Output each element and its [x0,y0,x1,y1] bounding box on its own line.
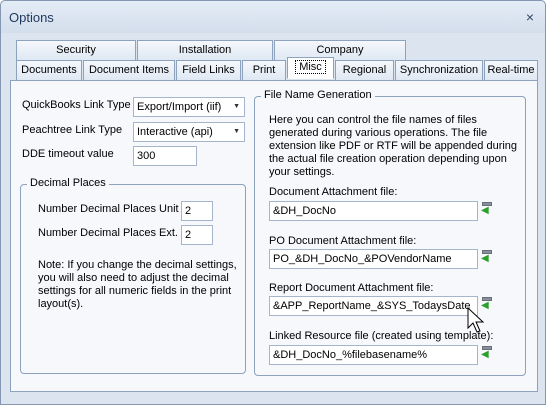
note-line: you will also need to adjust the decimal [38,272,229,284]
insert-field-icon[interactable]: ◀ [480,249,494,264]
description-line: the actual file creation operation depen… [269,153,507,165]
chevron-down-icon: ▼ [233,103,240,110]
note-line: settings for all numeric fields in the p… [38,285,232,297]
tab-documents[interactable]: Documents [16,60,82,80]
file-name-generation-title: File Name Generation [261,89,375,101]
decimal-unit-input[interactable]: 2 [181,201,213,221]
tab-label: Misc [295,60,326,74]
tab-synchronization[interactable]: Synchronization [395,60,483,80]
report-attachment-input[interactable]: &APP_ReportName_&SYS_TodaysDate [269,296,478,316]
document-attachment-input[interactable]: &DH_DocNo [269,201,478,221]
insert-field-icon[interactable]: ◀ [480,345,494,360]
tab-label: Security [56,44,96,56]
note-line: Note: If you change the decimal settings… [38,259,237,271]
tab-label: Installation [178,44,232,56]
quickbooks-link-type-select[interactable]: Export/Import (iif) ▼ [133,97,245,117]
chevron-down-icon: ▼ [233,128,240,135]
description-line: your settings. [269,166,335,178]
tab-label: Print [252,64,276,76]
close-icon[interactable]: × [521,8,539,26]
note-line: layout(s). [38,298,84,310]
green-arrow-icon: ◀ [481,349,489,360]
tab-label: Company [316,44,364,56]
tab-label: Document Items [88,64,170,76]
description-line: Here you can control the file names of f… [269,114,477,126]
tab-label: Documents [21,64,77,76]
description-line: extension like PDF or RTF will be append… [269,140,518,152]
decimal-unit-label: Number Decimal Places Unit [38,203,179,215]
description-line: generated during various operations. The… [269,127,488,139]
decimal-note: Note: If you change the decimal settings… [38,259,242,311]
green-arrow-icon: ◀ [481,205,489,216]
decimal-ext-input[interactable]: 2 [181,225,213,245]
decimal-ext-label: Number Decimal Places Ext. [38,227,178,239]
document-attachment-label: Document Attachment file: [269,186,398,198]
dde-timeout-input[interactable]: 300 [133,146,197,166]
window-title: Options [9,10,54,25]
report-attachment-label: Report Document Attachment file: [269,282,434,294]
tab-label: Real-time [487,64,535,76]
tab-label: Field Links [182,64,235,76]
po-attachment-label: PO Document Attachment file: [269,235,417,247]
linked-resource-label: Linked Resource file (created using temp… [269,330,494,342]
tab-security[interactable]: Security [16,40,136,60]
dde-timeout-label: DDE timeout value [22,148,114,160]
insert-field-icon[interactable]: ◀ [480,201,494,216]
title-bar: Options × [1,1,545,33]
mouse-cursor-icon [467,307,485,333]
peachtree-link-type-label: Peachtree Link Type [22,124,123,136]
tab-field-links[interactable]: Field Links [176,60,241,80]
peachtree-link-type-value: Interactive (api) [137,126,213,138]
green-arrow-icon: ◀ [481,253,489,264]
tab-real-time[interactable]: Real-time [484,60,538,80]
quickbooks-link-type-value: Export/Import (iif) [137,101,222,113]
tab-print[interactable]: Print [242,60,286,80]
tab-installation[interactable]: Installation [137,40,273,60]
tab-label: Synchronization [399,64,479,76]
linked-resource-input[interactable]: &DH_DocNo_%filebasename% [269,345,478,365]
file-generation-description: Here you can control the file names of f… [269,114,525,179]
tab-document-items[interactable]: Document Items [83,60,175,80]
po-attachment-input[interactable]: PO_&DH_DocNo_&POVendorName [269,249,478,269]
quickbooks-link-type-label: QuickBooks Link Type [22,99,131,111]
tab-regional[interactable]: Regional [335,60,394,80]
tab-misc[interactable]: Misc [287,57,334,79]
decimal-places-title: Decimal Places [27,177,109,189]
tab-label: Regional [342,64,387,76]
peachtree-link-type-select[interactable]: Interactive (api) ▼ [133,122,245,142]
